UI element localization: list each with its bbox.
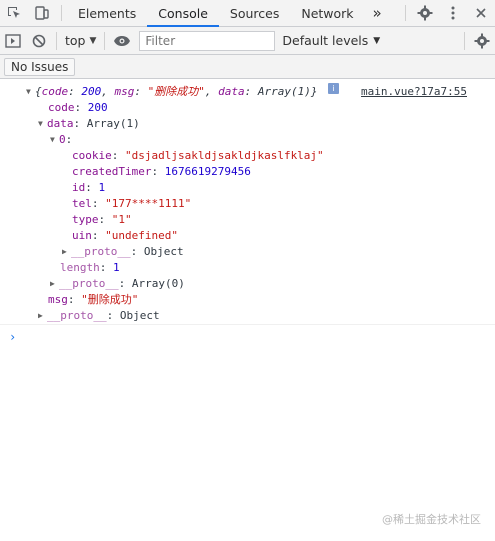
close-icon[interactable] [467, 0, 495, 26]
prop-key: __proto__ [47, 309, 107, 322]
prop-value: "1" [111, 213, 132, 226]
prop-value: Object [143, 245, 184, 258]
log-entry-summary[interactable]: ▼ {code: 200, msg: "删除成功", data: Array(1)… [26, 84, 317, 100]
summary-code-key: code [41, 85, 69, 98]
prop-row-index-0[interactable]: ▼ 0: [50, 132, 72, 148]
console-prompt-icon[interactable]: › [9, 329, 16, 345]
prop-key: uin [72, 229, 92, 242]
prop-value: 1 [113, 261, 120, 274]
prop-value: 1676619279456 [164, 165, 251, 178]
prop-row-code: code: 200 [48, 101, 108, 114]
summary-data-key: data [218, 85, 245, 98]
prop-row-id: id: 1 [72, 181, 106, 194]
summary-code-value: 200 [81, 85, 102, 98]
summary-open: { [35, 85, 42, 98]
console-settings-gear-icon[interactable] [469, 28, 495, 54]
prop-value: "dsjadljsakldjsakldjkaslfklaj" [125, 149, 324, 162]
tab-separator [405, 5, 406, 21]
watermark: @稀土掘金技术社区 [382, 513, 481, 526]
log-levels-dropdown[interactable]: Default levels ▼ [282, 33, 380, 48]
summary-data-value: Array(1) [257, 85, 311, 98]
prop-row-tel: tel: "177****1111" [72, 197, 192, 210]
tab-sources[interactable]: Sources [219, 0, 290, 26]
toolbar-separator [56, 31, 57, 50]
prop-value: Object [119, 309, 160, 322]
prop-row-proto-array[interactable]: ▶ __proto__: Array(0) [50, 276, 185, 292]
log-levels-label: Default levels [282, 33, 369, 48]
prop-key: type [72, 213, 99, 226]
eye-icon[interactable] [109, 28, 135, 54]
prop-row-type: type: "1" [72, 213, 132, 226]
tab-elements[interactable]: Elements [67, 0, 147, 26]
sidebar-toggle-icon[interactable] [0, 28, 26, 54]
prop-key: id [72, 181, 86, 194]
summary-close: } [310, 85, 318, 98]
prop-row-proto-object-outer[interactable]: ▶ __proto__: Object [38, 308, 160, 324]
clear-console-icon[interactable] [26, 28, 52, 54]
tab-separator [61, 5, 62, 21]
chevron-down-icon: ▼ [89, 35, 97, 46]
tab-console[interactable]: Console [147, 0, 219, 27]
prop-row-msg: msg: "删除成功" [48, 293, 139, 306]
expand-triangle-icon[interactable]: ▼ [50, 132, 59, 148]
expand-triangle-icon[interactable]: ▶ [38, 308, 47, 324]
kebab-menu-icon[interactable] [439, 0, 467, 26]
no-issues-button[interactable]: No Issues [4, 57, 76, 76]
issues-bar: No Issues [0, 55, 495, 79]
prop-row-cookie: cookie: "dsjadljsakldjsakldjkaslfklaj" [72, 149, 324, 162]
prop-key: __proto__ [71, 245, 131, 258]
summary-msg-key: msg [114, 85, 135, 98]
prop-row-createdtimer: createdTimer: 1676619279456 [72, 165, 251, 178]
prop-value: 1 [98, 181, 106, 194]
prop-key: 0 [59, 133, 66, 146]
expand-triangle-icon[interactable]: ▼ [26, 84, 35, 100]
prop-row-uin: uin: "undefined" [72, 229, 178, 242]
summary-msg-value: "删除成功" [147, 85, 205, 98]
expand-triangle-icon[interactable]: ▶ [50, 276, 59, 292]
prop-value: Array(0) [131, 277, 185, 290]
prop-row-length: length: 1 [60, 261, 120, 274]
tab-network[interactable]: Network [290, 0, 364, 26]
prop-key: cookie [72, 149, 112, 162]
prop-value: Array(1) [86, 117, 140, 130]
inspect-element-icon[interactable] [0, 0, 28, 26]
context-label: top [65, 33, 86, 48]
more-tabs-button[interactable]: » [365, 0, 390, 26]
prop-value: "删除成功" [81, 293, 139, 306]
context-selector[interactable]: top ▼ [61, 33, 100, 48]
prop-key: msg [48, 293, 68, 306]
source-link[interactable]: main.vue?17a7:55 [361, 84, 467, 100]
prop-key: code [48, 101, 75, 114]
device-toolbar-icon[interactable] [28, 0, 56, 26]
source-link-text[interactable]: main.vue?17a7:55 [361, 85, 467, 98]
prop-key: __proto__ [59, 277, 119, 290]
prop-row-proto-object-inner[interactable]: ▶ __proto__: Object [62, 244, 184, 260]
prop-key: createdTimer [72, 165, 152, 178]
console-toolbar: top ▼ Default levels ▼ [0, 27, 495, 55]
expand-triangle-icon[interactable]: ▶ [62, 244, 71, 260]
devtools-tab-bar: Elements Console Sources Network » [0, 0, 495, 27]
chevron-down-icon: ▼ [373, 35, 381, 46]
prop-row-data[interactable]: ▼ data: Array(1) [38, 116, 140, 132]
prop-key: data [47, 117, 74, 130]
prop-key: length [60, 261, 100, 274]
expand-triangle-icon[interactable]: ▼ [38, 116, 47, 132]
info-icon[interactable]: i [328, 83, 339, 94]
toolbar-separator [104, 31, 106, 50]
toolbar-separator [464, 31, 465, 50]
filter-input[interactable] [139, 30, 276, 51]
prop-value: "177****1111" [105, 197, 192, 210]
gear-icon[interactable] [411, 0, 439, 26]
entry-divider [0, 324, 495, 325]
prop-value: 200 [87, 101, 108, 114]
prop-key: tel [72, 197, 92, 210]
prop-value: "undefined" [105, 229, 178, 242]
